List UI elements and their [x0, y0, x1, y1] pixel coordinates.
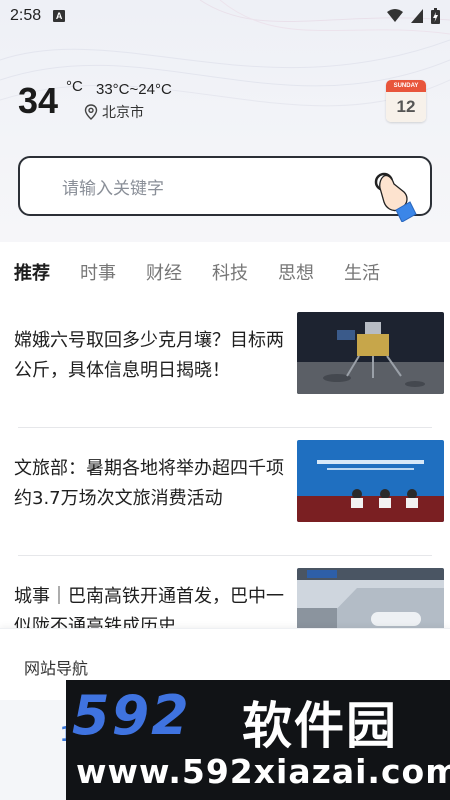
- location-pin-icon: [84, 104, 98, 120]
- news-item[interactable]: 文旅部：暑期各地将举办超四千项约3.7万场次文旅消费活动: [14, 428, 444, 556]
- news-title: 城事｜巴南高铁开通首发，巴中一似陇不通高铁成历史: [14, 586, 284, 630]
- news-title: 嫦娥六号取回多少克月壤？目标两公斤，具体信息明日揭晓！: [14, 330, 284, 381]
- temperature-unit: °C: [66, 78, 83, 95]
- watermark-url: www.592xiazai.com: [76, 752, 450, 791]
- location[interactable]: 北京市: [84, 102, 144, 122]
- tab-technology[interactable]: 科技: [212, 259, 278, 285]
- tap-hand-icon: [374, 172, 417, 222]
- press-conference-image: [297, 440, 444, 522]
- calendar-day: 12: [386, 92, 426, 122]
- city-name: 北京市: [102, 105, 144, 121]
- notification-a-icon: A: [53, 10, 66, 22]
- calendar-weekday: SUNDAY: [386, 80, 426, 92]
- tab-life[interactable]: 生活: [344, 259, 410, 285]
- tab-recommend[interactable]: 推荐: [14, 259, 80, 285]
- wifi-icon: [387, 9, 403, 22]
- signal-icon: [411, 9, 423, 23]
- news-item[interactable]: 嫦娥六号取回多少克月壤？目标两公斤，具体信息明日揭晓！: [14, 300, 444, 428]
- watermark-name: 软件园: [242, 697, 398, 755]
- calendar-icon[interactable]: SUNDAY 12: [386, 80, 426, 122]
- news-title: 文旅部：暑期各地将举办超四千项约3.7万场次文旅消费活动: [14, 458, 284, 509]
- status-bar: 2:58 A: [0, 0, 450, 32]
- tab-current-affairs[interactable]: 时事: [80, 259, 146, 285]
- temperature-range: 33°C~24°C: [96, 81, 172, 98]
- status-icons: [387, 8, 440, 24]
- temperature-value: 34: [18, 80, 59, 121]
- news-item[interactable]: 城事｜巴南高铁开通首发，巴中一似陇不通高铁成历史: [14, 556, 444, 630]
- search-placeholder: 请输入关键字: [62, 178, 164, 199]
- status-time: 2:58: [10, 7, 42, 24]
- news-list: 嫦娥六号取回多少克月壤？目标两公斤，具体信息明日揭晓！ 文旅部：暑期各地将举办超…: [0, 300, 450, 630]
- watermark-logo: 592 软件园 www.592xiazai.com: [66, 680, 450, 800]
- tab-finance[interactable]: 财经: [146, 259, 212, 285]
- site-nav-title: 网站导航: [24, 659, 89, 678]
- watermark-number: 592: [72, 684, 191, 747]
- battery-icon: [431, 8, 440, 24]
- tab-thought[interactable]: 思想: [278, 259, 344, 285]
- category-tabs: 推荐 时事 财经 科技 思想 生活: [0, 252, 450, 292]
- lunar-lander-image: [297, 312, 444, 394]
- railway-station-image: [297, 568, 444, 630]
